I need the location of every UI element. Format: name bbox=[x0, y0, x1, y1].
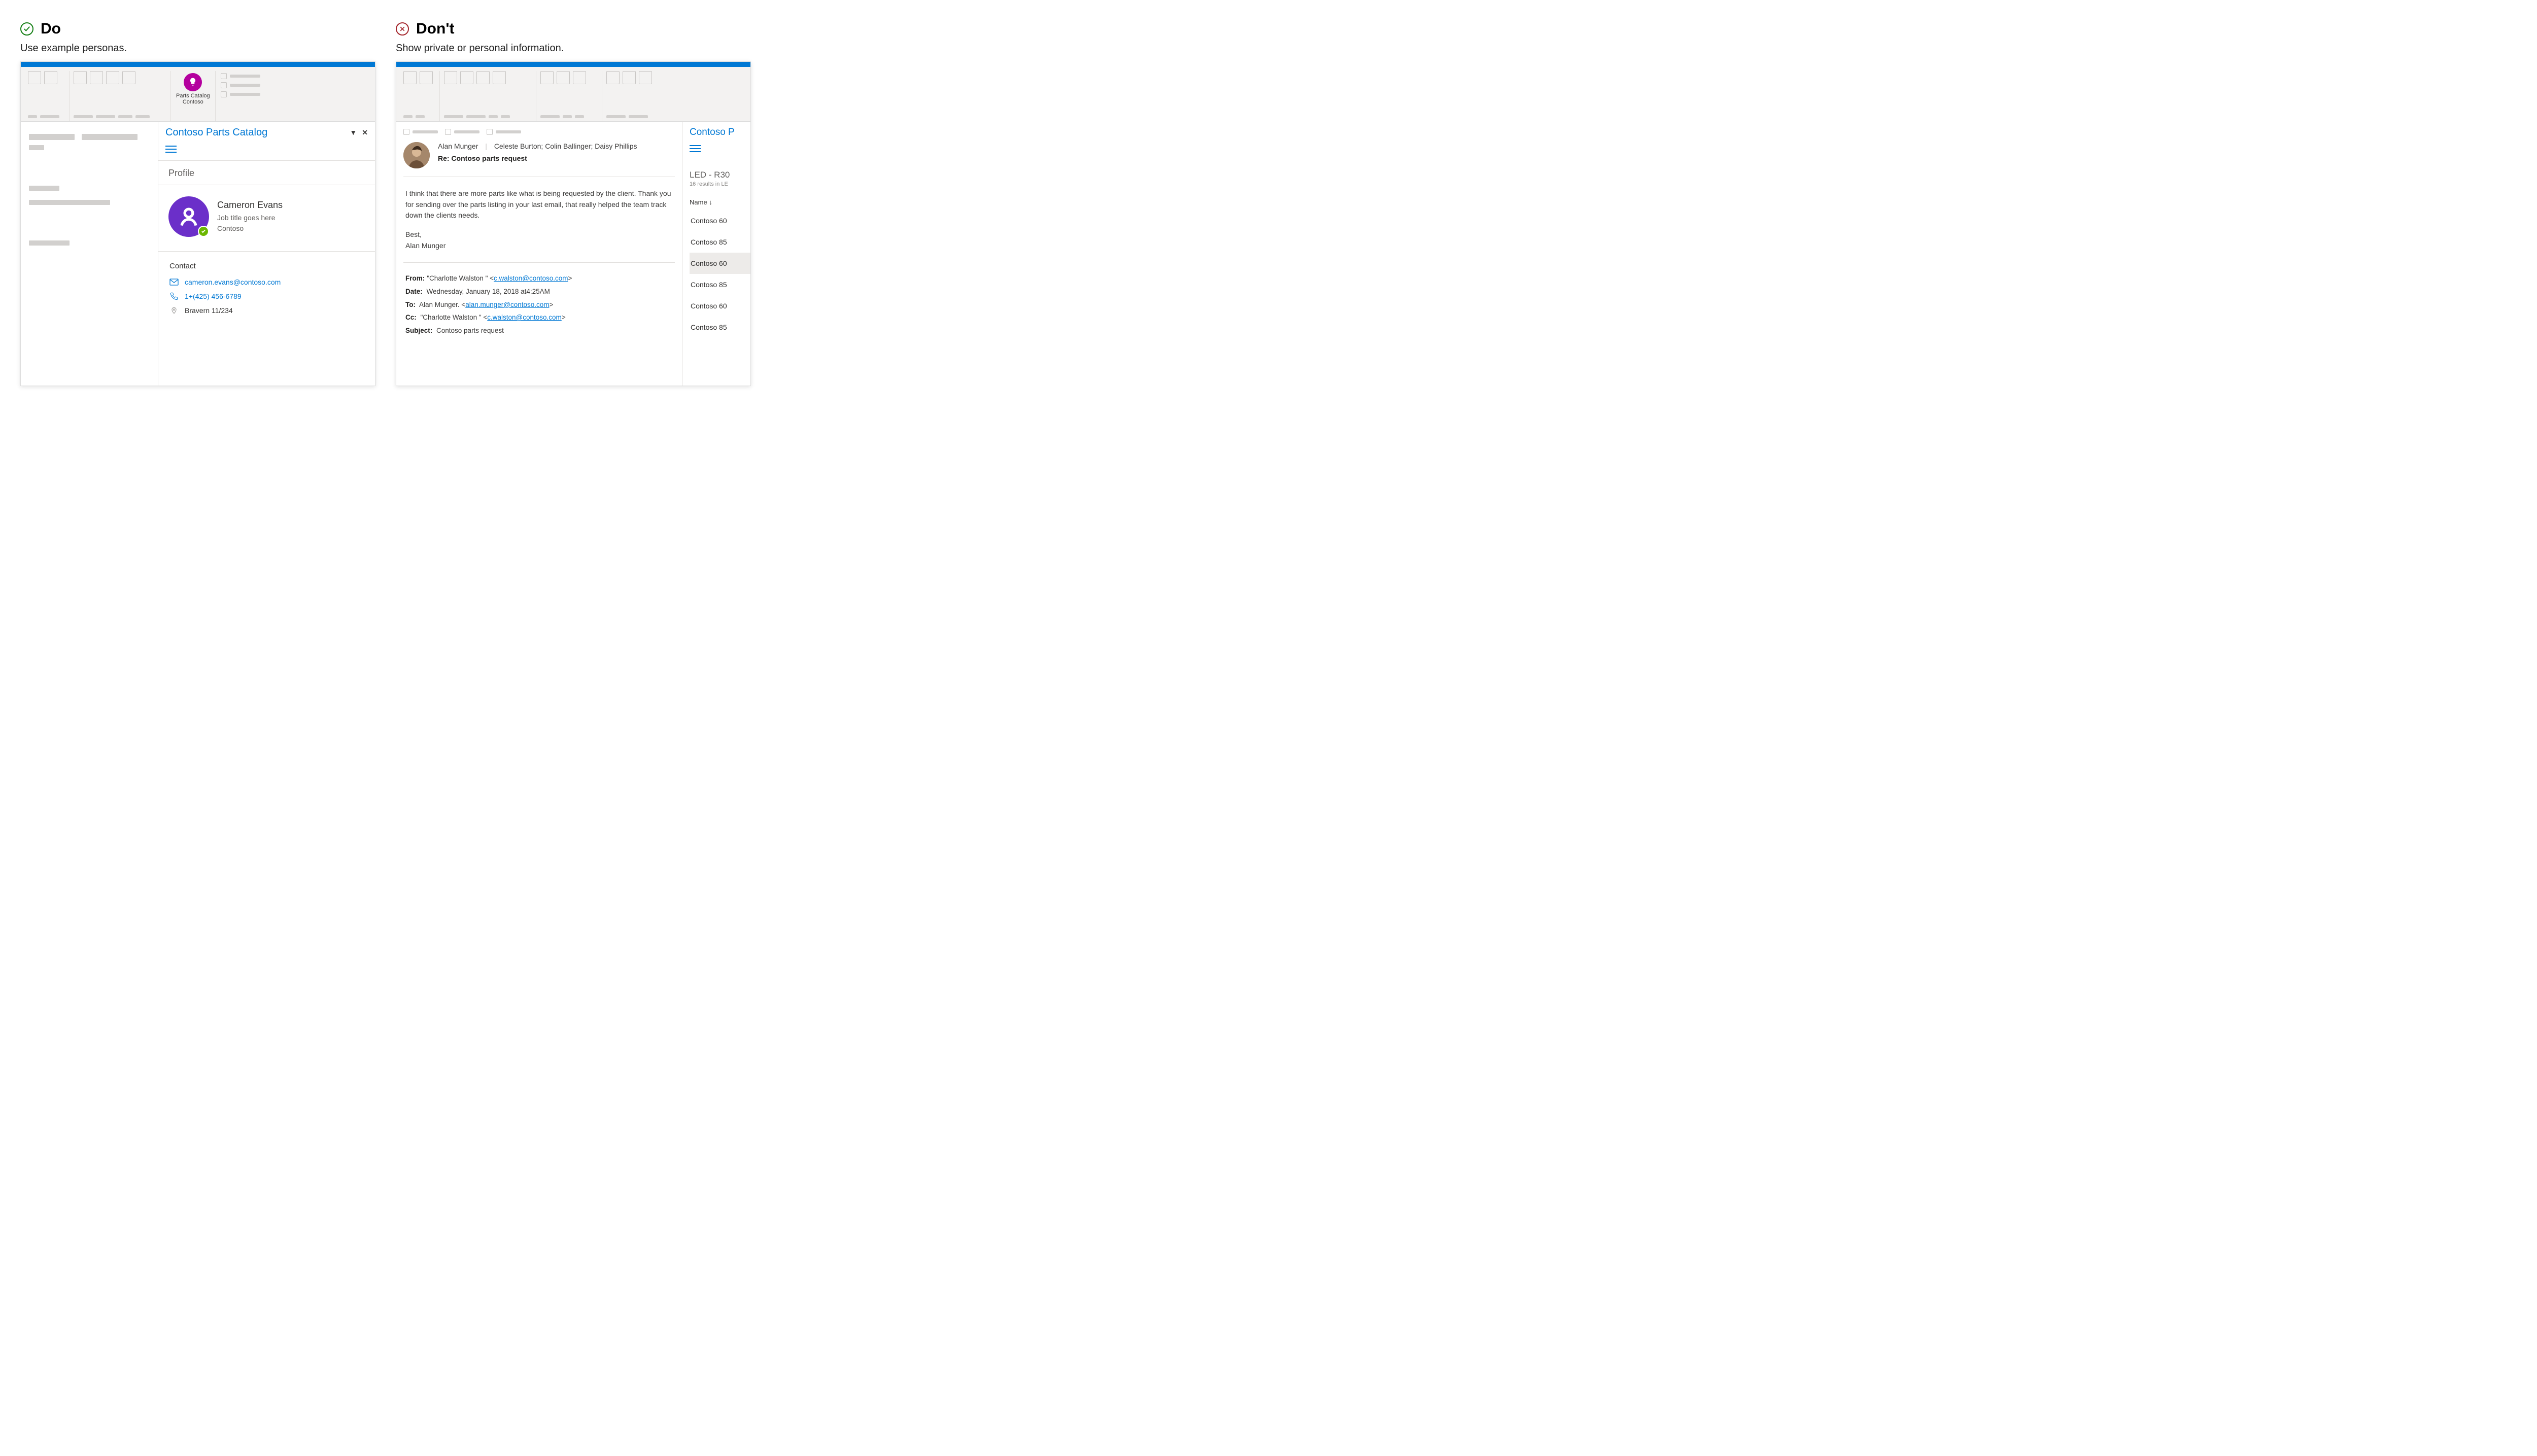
reading-pane: Alan Munger | Celeste Burton; Colin Ball… bbox=[396, 122, 682, 386]
ribbon: Parts Catalog Contoso bbox=[21, 67, 375, 122]
dont-app-shell: Alan Munger | Celeste Burton; Colin Ball… bbox=[396, 61, 751, 386]
taskpane-title: Contoso Parts Catalog bbox=[165, 127, 267, 138]
contact-email[interactable]: cameron.evans@contoso.com bbox=[185, 278, 281, 286]
mail-icon bbox=[169, 278, 179, 287]
message-signoff: Best, bbox=[405, 229, 673, 240]
message-subject: Re: Contoso parts request bbox=[438, 154, 637, 162]
ribbon-placeholder-icon bbox=[606, 71, 620, 84]
field-to-name: Alan Munger. < bbox=[418, 301, 465, 308]
do-app-shell: Parts Catalog Contoso bbox=[20, 61, 375, 386]
avatar bbox=[168, 196, 209, 237]
ribbon-placeholder-icon bbox=[44, 71, 57, 84]
results-count: 16 results in LE bbox=[690, 181, 750, 187]
contact-phone[interactable]: 1+(425) 456-6789 bbox=[185, 292, 242, 300]
field-to-label: To: bbox=[405, 301, 416, 308]
result-row[interactable]: Contoso 60 bbox=[690, 253, 750, 274]
result-row[interactable]: Contoso 60 bbox=[690, 295, 750, 317]
title-bar bbox=[396, 62, 750, 67]
sidepane-title: Contoso P bbox=[690, 127, 750, 138]
field-date-value: Wednesday, January 18, 2018 at4:25AM bbox=[425, 288, 550, 295]
message-signature-name: Alan Munger bbox=[405, 240, 673, 252]
field-cc-name: "Charlotte Walston " < bbox=[419, 314, 488, 321]
ribbon-placeholder-icon bbox=[122, 71, 135, 84]
field-date-label: Date: bbox=[405, 288, 423, 295]
message-sender: Alan Munger bbox=[438, 142, 478, 150]
profile-job: Job title goes here bbox=[217, 213, 283, 223]
result-row[interactable]: Contoso 85 bbox=[690, 231, 750, 253]
from-email-link[interactable]: c.walston@contoso.com bbox=[494, 274, 568, 282]
to-email-link[interactable]: alan.munger@contoso.com bbox=[465, 301, 549, 308]
ribbon-placeholder-icon bbox=[90, 71, 103, 84]
ribbon-placeholder-icon bbox=[476, 71, 490, 84]
profile-company: Contoso bbox=[217, 223, 283, 234]
profile-name: Cameron Evans bbox=[217, 200, 283, 211]
profile-section-title: Profile bbox=[158, 160, 375, 185]
title-bar bbox=[21, 62, 375, 67]
hamburger-icon[interactable] bbox=[165, 146, 177, 153]
field-from-label: From: bbox=[405, 274, 425, 282]
dont-panel: Don't Show private or personal informati… bbox=[396, 20, 751, 386]
result-row[interactable]: Contoso 85 bbox=[690, 274, 750, 295]
hamburger-icon[interactable] bbox=[690, 145, 701, 152]
message-header-fields: From:"Charlotte Walston " <c.walston@con… bbox=[403, 263, 675, 346]
field-cc-label: Cc: bbox=[405, 314, 417, 321]
ribbon-placeholder-icon bbox=[460, 71, 473, 84]
side-task-pane: Contoso P LED - R30 16 results in LE Nam… bbox=[682, 122, 750, 386]
message-body-text: I think that there are more parts like w… bbox=[405, 188, 673, 221]
task-pane: Contoso Parts Catalog ▼ ✕ Profile bbox=[158, 122, 375, 386]
message-toolbar bbox=[403, 126, 675, 140]
message-recipients: Celeste Burton; Colin Ballinger; Daisy P… bbox=[494, 142, 637, 150]
ribbon-placeholder-icon bbox=[403, 71, 417, 84]
field-subject-value: Contoso parts request bbox=[434, 327, 504, 334]
result-row[interactable]: Contoso 85 bbox=[690, 317, 750, 338]
ribbon-placeholder-icon bbox=[493, 71, 506, 84]
ribbon-placeholder-icon bbox=[28, 71, 41, 84]
column-header-name[interactable]: Name ↓ bbox=[690, 198, 750, 210]
result-row[interactable]: Contoso 60 bbox=[690, 210, 750, 231]
chevron-down-icon[interactable]: ▼ bbox=[350, 128, 357, 137]
check-icon bbox=[20, 22, 33, 36]
contact-section-title: Contact bbox=[169, 262, 364, 270]
presence-available-icon bbox=[198, 226, 209, 237]
ribbon bbox=[396, 67, 750, 122]
addin-label1: Parts Catalog bbox=[176, 93, 210, 99]
search-term: LED - R30 bbox=[690, 170, 750, 180]
nav-placeholder bbox=[21, 122, 158, 386]
lightbulb-icon bbox=[184, 73, 202, 91]
ribbon-placeholder-icon bbox=[573, 71, 586, 84]
do-panel: Do Use example personas. bbox=[20, 20, 375, 386]
ribbon-placeholder-icon bbox=[639, 71, 652, 84]
do-heading: Do bbox=[41, 20, 61, 38]
ribbon-placeholder-icon bbox=[106, 71, 119, 84]
sender-avatar bbox=[403, 142, 430, 168]
field-subject-label: Subject: bbox=[405, 327, 432, 334]
cc-email-link[interactable]: c.walston@contoso.com bbox=[487, 314, 562, 321]
ribbon-placeholder-icon bbox=[540, 71, 554, 84]
cross-icon bbox=[396, 22, 409, 36]
dont-heading: Don't bbox=[416, 20, 454, 38]
ribbon-placeholder-icon bbox=[420, 71, 433, 84]
do-subtitle: Use example personas. bbox=[20, 43, 375, 54]
contact-office: Bravern 11/234 bbox=[185, 306, 233, 315]
message-body: I think that there are more parts like w… bbox=[403, 177, 675, 263]
phone-icon bbox=[169, 292, 179, 301]
ribbon-placeholder-icon bbox=[623, 71, 636, 84]
addin-label2: Contoso bbox=[183, 99, 203, 105]
dont-subtitle: Show private or personal information. bbox=[396, 43, 751, 54]
close-icon[interactable]: ✕ bbox=[362, 128, 368, 137]
field-from-name: "Charlotte Walston " < bbox=[427, 274, 494, 282]
addin-ribbon-button[interactable]: Parts Catalog Contoso bbox=[171, 71, 215, 106]
ribbon-placeholder-icon bbox=[74, 71, 87, 84]
location-icon bbox=[169, 306, 179, 315]
ribbon-placeholder-icon bbox=[557, 71, 570, 84]
ribbon-placeholder-icon bbox=[444, 71, 457, 84]
